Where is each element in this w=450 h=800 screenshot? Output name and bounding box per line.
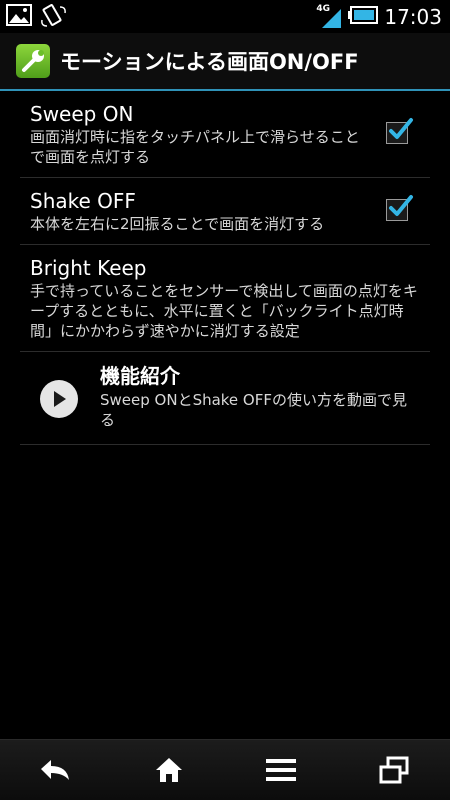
signal-icon: 4G [316,4,342,29]
image-notification-icon [6,4,32,32]
back-icon[interactable] [26,748,86,792]
check-icon [389,118,413,139]
navigation-bar [0,739,450,800]
page-title: モーションによる画面ON/OFF [60,50,359,74]
setting-bright-keep[interactable]: Bright Keep 手で持っていることをセンサーで検出して画面の点灯をキープ… [20,245,430,352]
recent-apps-icon[interactable] [364,748,424,792]
feature-intro-video-item[interactable]: 機能紹介 Sweep ONとShake OFFの使い方を動画で見る [20,352,430,445]
shake-off-checkbox[interactable] [386,195,413,221]
video-item-summary: Sweep ONとShake OFFの使い方を動画で見る [100,391,407,429]
setting-summary: 画面消灯時に指をタッチパネル上で滑らせることで画面を点灯する [30,128,360,166]
check-icon [389,195,413,216]
wrench-icon[interactable] [16,44,50,78]
setting-title: Sweep ON [30,102,134,126]
battery-icon [348,5,379,28]
setting-title: Bright Keep [30,256,147,280]
home-icon[interactable] [139,748,199,792]
setting-shake-off[interactable]: Shake OFF 本体を左右に2回振ることで画面を消灯する [20,178,430,245]
status-bar: 4G 17:03 [0,0,450,33]
setting-title: Shake OFF [30,189,136,213]
play-icon[interactable] [40,380,78,418]
setting-summary: 本体を左右に2回振ることで画面を消灯する [30,215,325,233]
settings-list: Sweep ON 画面消灯時に指をタッチパネル上で滑らせることで画面を点灯する … [0,91,450,445]
screen-rotation-icon [40,4,66,32]
sweep-on-checkbox[interactable] [386,118,413,144]
clock: 17:03 [384,4,442,29]
action-bar: モーションによる画面ON/OFF [0,33,450,91]
setting-sweep-on[interactable]: Sweep ON 画面消灯時に指をタッチパネル上で滑らせることで画面を点灯する [20,91,430,178]
video-item-title: 機能紹介 [100,364,180,388]
setting-summary: 手で持っていることをセンサーで検出して画面の点灯をキープするとともに、水平に置く… [30,282,418,340]
menu-icon[interactable] [251,748,311,792]
